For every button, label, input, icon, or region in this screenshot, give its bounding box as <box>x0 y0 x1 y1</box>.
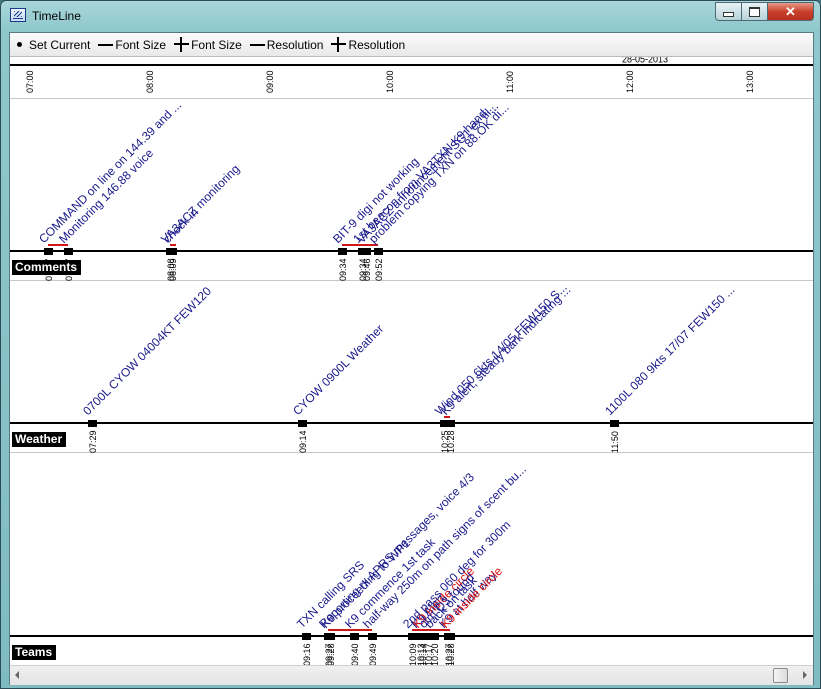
event-time-label: 09:16 <box>302 643 312 665</box>
event-time-label: 09:34 <box>338 258 348 281</box>
event-time-label: 08:09 <box>168 258 178 281</box>
hour-tick-label: 09:00 <box>265 70 275 93</box>
event-text[interactable]: Monitoring 146.88 voice <box>56 146 156 246</box>
event-time-label: 09:49 <box>368 643 378 665</box>
toolbar: Set Current Font Size Font Size Resoluti… <box>10 33 813 57</box>
hour-tick-label: 12:00 <box>625 70 635 93</box>
hour-tick-label: 10:00 <box>385 70 395 93</box>
set-current-button[interactable]: Set Current <box>10 34 94 55</box>
increase-font-size-button[interactable]: Font Size <box>170 34 246 55</box>
event-time-label: 07:29 <box>88 430 98 453</box>
horizontal-scrollbar[interactable] <box>10 665 813 685</box>
hour-tick-label: 07:00 <box>25 70 35 93</box>
maximize-icon <box>749 6 760 17</box>
event-time-label: 09:40 <box>350 643 360 665</box>
lane-label-teams: Teams <box>12 645 57 660</box>
event-text[interactable]: 1100L 080 9kts 17/07 FEW150 ... <box>602 283 737 418</box>
event-text[interactable]: VA3ACZ announcement SG1 ex til... <box>354 99 501 246</box>
lane-baseline <box>10 250 813 252</box>
event-text[interactable]: K9 alert, steady bark indicating ... <box>438 283 573 418</box>
lane-baseline <box>10 422 813 424</box>
lane-label-weather: Weather <box>12 432 67 447</box>
plus-icon <box>174 37 190 52</box>
event-text[interactable]: COMMAND on line on 144.39 and ... <box>36 98 184 246</box>
event-marker[interactable] <box>350 633 359 640</box>
event-time-label: 10:20 <box>430 643 440 665</box>
event-marker[interactable] <box>44 248 53 255</box>
decrease-font-size-button[interactable]: Font Size <box>94 34 170 55</box>
hour-tick-label: 11:00 <box>505 71 515 93</box>
event-time-label: 09:14 <box>298 430 308 453</box>
event-text[interactable]: 0700L CYOW 04004KT FEW120 <box>80 284 214 418</box>
event-time-label: 10:28 <box>446 430 456 453</box>
dot-icon <box>17 42 22 47</box>
title-bar[interactable]: TimeLine ✕ <box>1 1 820 32</box>
timeline-window: TimeLine ✕ Set Current Font Size Font Si… <box>0 0 821 689</box>
minus-icon <box>249 43 265 46</box>
increase-resolution-button[interactable]: Resolution <box>327 34 409 55</box>
lane-label-comments: Comments <box>12 260 82 275</box>
decrease-resolution-button[interactable]: Resolution <box>246 34 328 55</box>
event-time-label: 10:28 <box>446 643 456 665</box>
minus-icon <box>98 43 114 46</box>
scroll-right-icon[interactable] <box>803 671 807 679</box>
close-icon: ✕ <box>785 3 796 19</box>
event-text[interactable]: CYOW 0900L Weather <box>290 322 386 418</box>
event-time-label: 11:50 <box>610 431 620 453</box>
event-marker[interactable] <box>302 633 311 640</box>
increase-font-size-label: Font Size <box>191 37 242 52</box>
event-time-label: 09:28 <box>326 643 336 665</box>
decrease-font-size-label: Font Size <box>115 37 167 52</box>
event-marker[interactable] <box>368 633 377 640</box>
increase-resolution-label: Resolution <box>348 37 406 52</box>
scrollbar-thumb[interactable] <box>773 668 788 683</box>
event-marker[interactable] <box>326 633 335 640</box>
time-axis-line <box>10 64 813 66</box>
maximize-button[interactable] <box>742 2 768 21</box>
set-current-label: Set Current <box>29 37 91 52</box>
minimize-button[interactable] <box>715 2 742 21</box>
timeline-app-icon <box>10 8 26 22</box>
event-marker[interactable] <box>298 420 307 427</box>
hour-tick-label: 08:00 <box>145 70 155 93</box>
event-text[interactable]: problem copying TXN on 88.OK di... <box>366 100 512 246</box>
hour-tick-label: 13:00 <box>745 70 755 93</box>
timeline-canvas[interactable]: 28-05-2013 07:00 08:00 09:00 10:00 11:00 12:0… <box>10 57 813 665</box>
decrease-resolution-label: Resolution <box>266 37 324 52</box>
lane-separator <box>10 452 813 453</box>
event-marker[interactable] <box>430 633 439 640</box>
event-marker[interactable] <box>64 248 73 255</box>
lane-separator <box>10 280 813 281</box>
window-title: TimeLine <box>32 9 81 23</box>
minimize-icon <box>723 12 734 17</box>
event-marker[interactable] <box>168 248 177 255</box>
event-marker[interactable] <box>338 248 347 255</box>
event-time-label: 09:52 <box>374 258 384 281</box>
event-marker[interactable] <box>610 420 619 427</box>
event-marker[interactable] <box>446 633 455 640</box>
event-marker[interactable] <box>446 420 455 427</box>
event-marker[interactable] <box>374 248 383 255</box>
event-text[interactable]: check in <box>160 205 201 246</box>
event-marker[interactable] <box>88 420 97 427</box>
client-area: Set Current Font Size Font Size Resoluti… <box>9 32 814 685</box>
event-time-label: 09:46 <box>362 258 372 281</box>
axis-separator <box>10 98 813 99</box>
plus-icon <box>331 37 347 52</box>
close-button[interactable]: ✕ <box>768 2 814 21</box>
scroll-left-icon[interactable] <box>15 671 19 679</box>
event-marker[interactable] <box>362 248 371 255</box>
